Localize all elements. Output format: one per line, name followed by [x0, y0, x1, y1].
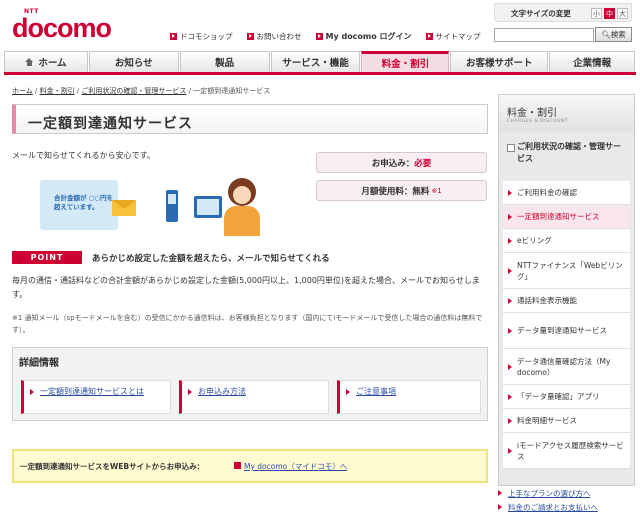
fee-label: 月額使用料： — [361, 186, 413, 197]
laptop-icon — [194, 196, 222, 218]
person-face — [233, 186, 251, 204]
font-size-switcher: 文字サイズの変更 小 中 大 — [494, 3, 632, 22]
details-title: 詳細情報 — [19, 358, 59, 369]
docomo-shop-link[interactable]: ドコモショップ — [170, 31, 233, 42]
web-apply-text: 一定額到達通知サービスをWEBサイトからお申込み： — [20, 462, 205, 471]
breadcrumb-home[interactable]: ホーム — [12, 87, 33, 95]
apply-required-box: お申込み： 必要 — [316, 152, 487, 173]
description-text: 毎月の通信・通話料などの合計金額があらかじめ設定した金額(5,000円以上、1,… — [12, 276, 480, 299]
sitemap-link[interactable]: サイトマップ — [425, 31, 481, 42]
sidebar-title: 料金・割引 — [507, 108, 557, 119]
my-docomo-link[interactable]: My docomo（マイドコモ）へ — [233, 461, 347, 472]
search-button[interactable]: 🔍︎検索 — [595, 27, 632, 42]
home-icon — [25, 58, 34, 66]
arrow-icon — [246, 32, 254, 40]
nav-corporate[interactable]: 企業情報 — [549, 51, 635, 72]
plan-selection-link[interactable]: 上手なプランの選び方へ — [498, 488, 591, 499]
fee-note: ※1 — [431, 186, 442, 195]
mobile-phone-icon — [166, 190, 178, 222]
font-size-large-button[interactable]: 大 — [617, 8, 628, 19]
detail-link-how-to-apply[interactable]: お申込み方法 — [179, 380, 329, 414]
detail-link-notes[interactable]: ご注意事項 — [337, 380, 481, 414]
service-illustration: 合計金額が ○○円を 超えています。 — [40, 170, 270, 240]
breadcrumb-usage-services[interactable]: ご利用状況の確認・管理サービス — [81, 87, 186, 95]
breadcrumb: ホーム / 料金・割引 / ご利用状況の確認・管理サービス / 一定額到達通知サ… — [12, 87, 271, 95]
point-badge: POINT — [12, 251, 82, 264]
sidebar-menu: ご利用料金の確認 一定額到達通知サービス eビリング NTTファイナンス「Web… — [503, 181, 630, 469]
sidebar-item-statement-service[interactable]: 料金明細サービス — [503, 409, 630, 433]
sidebar-section-usage-services[interactable]: ご利用状況の確認・管理サービス — [503, 135, 630, 179]
sidebar: 料金・割引 CHARGES & DISCOUNT ご利用状況の確認・管理サービス… — [498, 94, 635, 486]
woman-icon — [220, 178, 264, 236]
sidebar-item-ntt-finance-web-billing[interactable]: NTTファイナンス「Webビリング」 — [503, 253, 630, 289]
sidebar-subtitle: CHARGES & DISCOUNT — [507, 119, 569, 124]
nav-news[interactable]: お知らせ — [88, 51, 179, 72]
footnote-text: ※1 通知メール（spモードメールを含む）の受信にかかる通信料は、お客様負担とな… — [12, 314, 483, 334]
bubble-text: 合計金額が ○○円を 超えています。 — [54, 194, 114, 211]
font-size-small-button[interactable]: 小 — [591, 8, 602, 19]
sidebar-item-billing-check[interactable]: ご利用料金の確認 — [503, 181, 630, 205]
sidebar-item-data-check-app[interactable]: 「データ量確認」アプリ — [503, 385, 630, 409]
nav-support[interactable]: お客様サポート — [450, 51, 549, 72]
breadcrumb-charges[interactable]: 料金・割引 — [40, 87, 75, 95]
search-input[interactable] — [494, 28, 594, 42]
detail-link-about[interactable]: 一定額到達通知サービスとは — [21, 380, 171, 414]
site-header: NTT docomo 文字サイズの変更 小 中 大 ドコモショップ お問い合わせ… — [0, 0, 640, 50]
font-size-medium-button[interactable]: 中 — [604, 8, 615, 19]
arrow-icon — [170, 32, 177, 40]
sidebar-item-call-charge-display[interactable]: 通話料金表示機能 — [503, 289, 630, 313]
sidebar-item-e-billing[interactable]: eビリング — [503, 229, 630, 253]
utility-links: ドコモショップ お問い合わせ My docomo ログイン サイトマップ — [170, 30, 495, 42]
font-size-label: 文字サイズの変更 — [511, 9, 571, 18]
sidebar-item-threshold-notice[interactable]: 一定額到達通知サービス — [503, 205, 630, 229]
web-apply-bar: 一定額到達通知サービスをWEBサイトからお申込み： My docomo（マイドコ… — [12, 449, 488, 483]
search-icon: 🔍︎ — [601, 30, 611, 39]
arrow-icon — [425, 32, 433, 40]
monthly-fee-box: 月額使用料： 無料 ※1 — [316, 180, 487, 201]
breadcrumb-current: 一定額到達通知サービス — [193, 87, 271, 95]
my-docomo-login-link[interactable]: My docomo ログイン — [315, 31, 412, 42]
nav-charges[interactable]: 料金・割引 — [361, 51, 450, 72]
details-section: 詳細情報 一定額到達通知サービスとは お申込み方法 ご注意事項 — [12, 347, 488, 421]
nav-home[interactable]: ホーム — [4, 51, 88, 72]
sidebar-item-imode-access-history[interactable]: iモードアクセス履歴検索サービス — [503, 433, 630, 469]
notification-bubble: 合計金額が ○○円を 超えています。 — [40, 180, 118, 230]
sidebar-item-data-threshold-notice[interactable]: データ量到達通知サービス — [503, 313, 630, 349]
nav-services[interactable]: サービス・機能 — [270, 51, 361, 72]
intro-text: メールで知らせてくれるから安心です。 — [12, 151, 155, 160]
person-body — [224, 206, 260, 236]
docomo-logo[interactable]: docomo — [12, 13, 112, 44]
page-title: 一定額到達通知サービス — [28, 116, 193, 132]
global-nav: ホーム お知らせ 製品 サービス・機能 料金・割引 お客様サポート 企業情報 — [4, 51, 636, 75]
contact-link[interactable]: お問い合わせ — [246, 31, 302, 42]
arrow-icon — [315, 32, 323, 40]
sidebar-item-data-usage-check[interactable]: データ通信量確認方法（My docomo） — [503, 349, 630, 385]
fee-value: 無料 — [412, 186, 430, 197]
billing-payment-link[interactable]: 料金のご請求とお支払いへ — [498, 502, 598, 513]
point-text: あらかじめ設定した金額を超えたら、メールで知らせてくれる — [92, 254, 330, 264]
apply-label: お申込み： — [371, 158, 415, 169]
apply-value: 必要 — [414, 158, 432, 169]
page-title-box: 一定額到達通知サービス — [12, 104, 488, 134]
mail-icon — [112, 200, 136, 216]
sidebar-header: 料金・割引 CHARGES & DISCOUNT — [499, 95, 634, 131]
nav-products[interactable]: 製品 — [179, 51, 270, 72]
